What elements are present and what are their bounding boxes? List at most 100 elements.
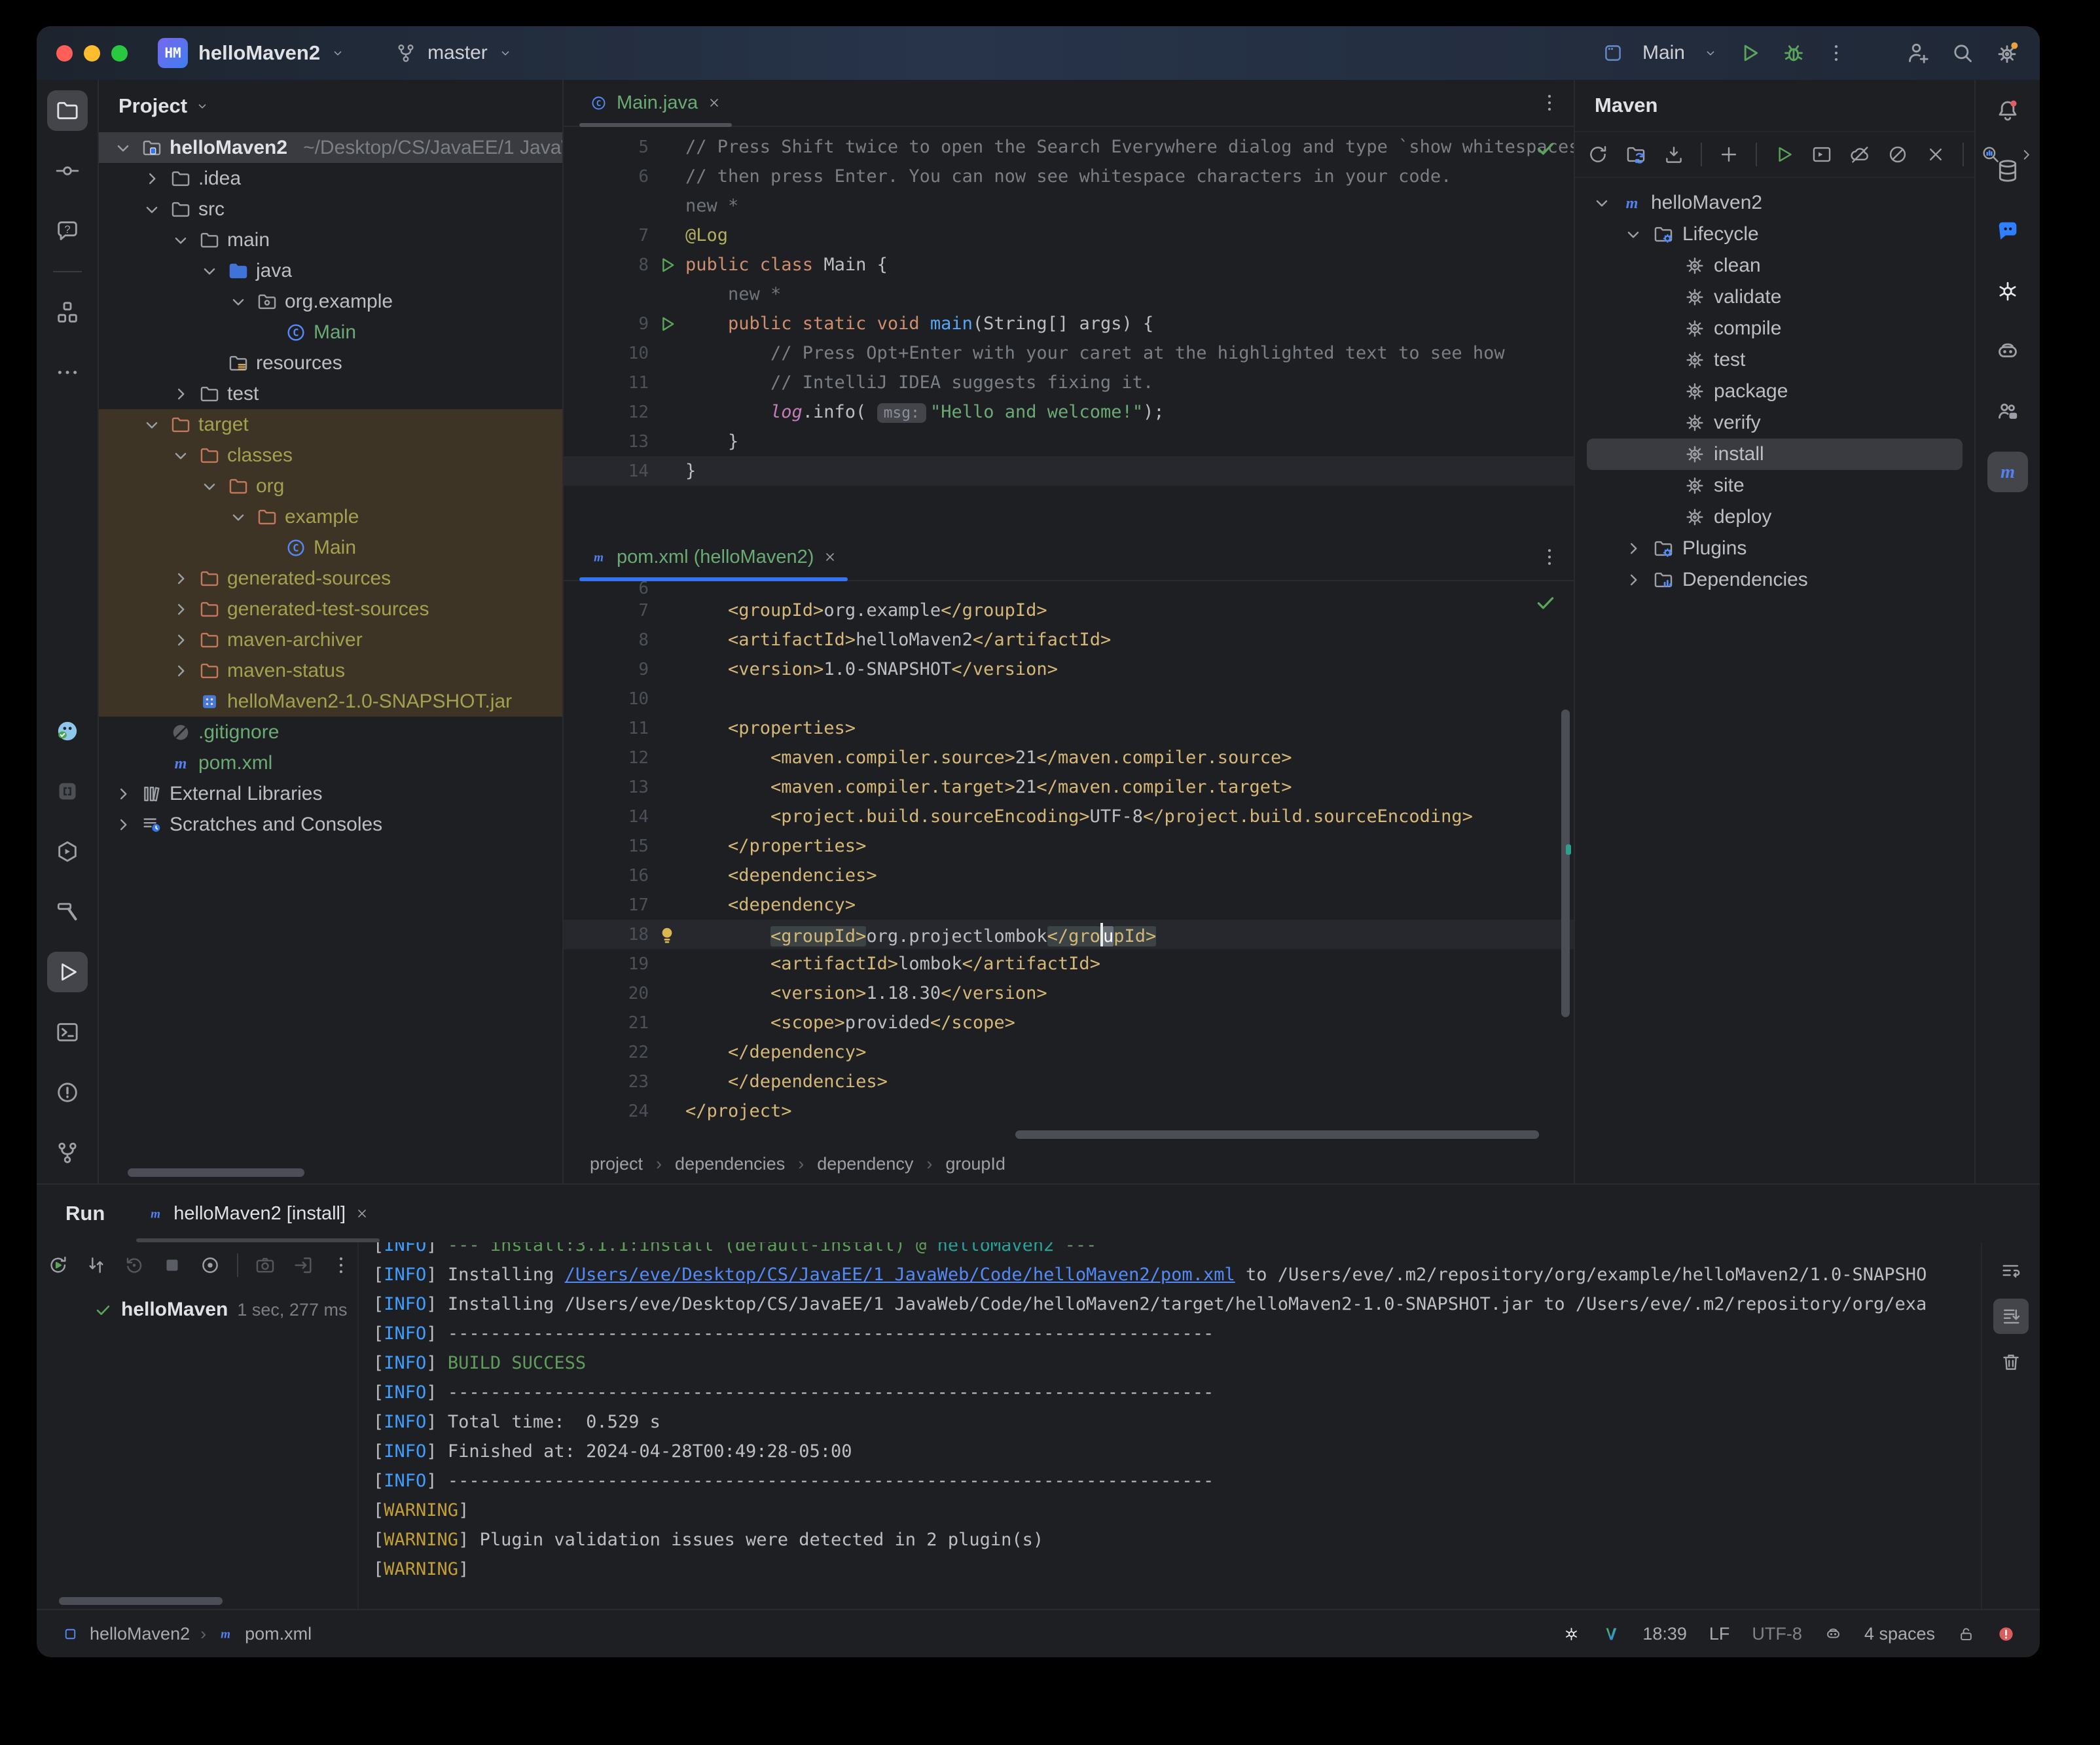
project-item-resources[interactable]: resources <box>99 348 562 378</box>
chevron-right-icon[interactable] <box>170 598 192 621</box>
code-line-13[interactable]: 13} <box>564 427 1574 456</box>
chevron-right-icon[interactable] <box>170 383 192 405</box>
code-line-inlay[interactable]: new * <box>564 279 1574 309</box>
inspections-ok-icon[interactable] <box>1534 592 1557 614</box>
maven-skip-tests-button[interactable] <box>1887 143 1909 166</box>
project-item-src[interactable]: src <box>99 194 562 225</box>
project-item-target[interactable]: target <box>99 409 562 440</box>
maven-item-hellomaven2[interactable]: m helloMaven2 <box>1587 187 1963 219</box>
chevron-right-icon[interactable] <box>170 660 192 682</box>
chevron-right-icon[interactable] <box>112 814 134 836</box>
maven-item-package[interactable]: package <box>1587 376 1963 407</box>
rerun-button[interactable] <box>47 1254 69 1276</box>
tab-pom-xml[interactable]: m pom.xml (helloMaven2) <box>577 534 850 581</box>
breadcrumb-dependency[interactable]: dependency <box>817 1154 913 1174</box>
chevron-right-icon[interactable] <box>170 567 192 590</box>
maven-download-sources-button[interactable] <box>1663 143 1685 166</box>
run-tab[interactable]: m helloMaven2 [install] <box>134 1185 382 1242</box>
services-toolwindow-button[interactable] <box>47 831 88 872</box>
project-item-main[interactable]: main <box>99 225 562 255</box>
chat-toolwindow-button[interactable] <box>1987 211 2028 251</box>
code-line-11[interactable]: 11// IntelliJ IDEA suggests fixing it. <box>564 368 1574 397</box>
maven-sync-project-button[interactable] <box>1625 143 1647 166</box>
rerun-failed-button[interactable] <box>85 1254 107 1276</box>
code-line-16[interactable]: 16 <dependencies> <box>564 861 1574 890</box>
filter-button[interactable] <box>199 1254 221 1276</box>
minimize-window-button[interactable] <box>84 45 100 62</box>
plugin-toolwindow-button[interactable] <box>47 711 88 751</box>
code-line-15[interactable]: 15 </properties> <box>564 831 1574 861</box>
code-with-me-button[interactable] <box>1905 40 1931 66</box>
code-line-19[interactable]: 19 <artifactId>lombok</artifactId> <box>564 949 1574 979</box>
maven-item-lifecycle[interactable]: Lifecycle <box>1587 219 1963 250</box>
more-options-button[interactable] <box>330 1254 352 1276</box>
project-item-generated-test-sources[interactable]: generated-test-sources <box>99 594 562 624</box>
project-item-main[interactable]: C Main <box>99 317 562 348</box>
copilot-status-icon[interactable] <box>1824 1625 1842 1643</box>
maven-item-deploy[interactable]: deploy <box>1587 501 1963 533</box>
code-line-17[interactable]: 17 <dependency> <box>564 890 1574 920</box>
code-line-10[interactable]: 10 <box>564 684 1574 713</box>
error-indicator-icon[interactable] <box>1997 1625 2015 1643</box>
status-module[interactable]: helloMaven2 <box>90 1624 190 1644</box>
pom-xml-editor[interactable]: 6 7 <groupId>org.example</groupId> 8 <artifa… <box>564 581 1574 1144</box>
code-line-10[interactable]: 10// Press Opt+Enter with your caret at … <box>564 338 1574 368</box>
project-item-pom-xml[interactable]: m pom.xml <box>99 747 562 778</box>
close-icon[interactable] <box>823 550 837 564</box>
project-item-example[interactable]: example <box>99 501 562 532</box>
chevron-down-icon[interactable] <box>141 198 163 221</box>
chevron-down-icon[interactable] <box>170 229 192 251</box>
code-line-13[interactable]: 13 <maven.compiler.target>21</maven.compi… <box>564 772 1574 802</box>
ai-assistant-button[interactable]: ? <box>47 211 88 251</box>
chevron-down-icon[interactable] <box>198 475 221 497</box>
chevron-down-icon[interactable] <box>170 444 192 467</box>
project-item-maven-status[interactable]: maven-status <box>99 655 562 686</box>
code-line-inlay[interactable]: new * <box>564 191 1574 221</box>
breadcrumb-groupid[interactable]: groupId <box>945 1154 1005 1174</box>
export-button[interactable] <box>292 1254 314 1276</box>
maven-item-validate[interactable]: validate <box>1587 281 1963 313</box>
bookmarks-toolwindow-button[interactable] <box>47 771 88 812</box>
code-line-11[interactable]: 11 <properties> <box>564 713 1574 743</box>
more-actions-button[interactable] <box>1825 42 1847 64</box>
terminal-toolwindow-button[interactable] <box>47 1012 88 1052</box>
code-line-5[interactable]: 5// Press Shift twice to open the Search… <box>564 132 1574 162</box>
breadcrumb-dependencies[interactable]: dependencies <box>675 1154 785 1174</box>
project-item--gitignore[interactable]: .gitignore <box>99 717 562 747</box>
project-item-java[interactable]: java <box>99 255 562 286</box>
run-tree-hscrollbar[interactable] <box>59 1597 223 1605</box>
project-item-org-example[interactable]: org.example <box>99 286 562 317</box>
maven-mute-button[interactable] <box>1925 143 1947 166</box>
tab-main-java[interactable]: C Main.java <box>577 80 734 127</box>
chevron-down-icon[interactable] <box>227 506 249 528</box>
project-hscrollbar[interactable] <box>128 1168 304 1177</box>
maven-offline-button[interactable] <box>1849 143 1871 166</box>
openai-status-icon[interactable] <box>1563 1625 1580 1643</box>
zoom-window-button[interactable] <box>111 45 128 62</box>
copilot-toolwindow-button[interactable] <box>1987 331 2028 372</box>
close-window-button[interactable] <box>56 45 73 62</box>
code-line-7[interactable]: 7 @Log <box>564 221 1574 250</box>
project-item-hellomaven2-1-0-snapshot-jar[interactable]: helloMaven2-1.0-SNAPSHOT.jar <box>99 686 562 717</box>
chevron-right-icon[interactable] <box>141 168 163 190</box>
indent-setting[interactable]: 4 spaces <box>1864 1624 1935 1644</box>
clear-console-button[interactable] <box>1993 1344 2029 1380</box>
project-item-test[interactable]: test <box>99 378 562 409</box>
chevron-down-icon[interactable] <box>112 137 134 159</box>
commit-toolwindow-button[interactable] <box>47 151 88 191</box>
code-line-8[interactable]: 8 public class Main { <box>564 250 1574 279</box>
maven-run-button[interactable] <box>1773 143 1795 166</box>
code-line-12[interactable]: 12 log.info( msg: "Hello and welcome!"); <box>564 397 1574 427</box>
project-widget[interactable]: helloMaven2 <box>198 41 320 65</box>
problems-toolwindow-button[interactable] <box>47 1072 88 1113</box>
lock-icon[interactable] <box>1957 1625 1975 1643</box>
code-line-6[interactable]: 6 <box>564 581 1574 596</box>
code-line-9[interactable]: 9 <version>1.0-SNAPSHOT</version> <box>564 655 1574 684</box>
maven-item-compile[interactable]: compile <box>1587 313 1963 344</box>
run-button[interactable] <box>1736 40 1762 66</box>
code-line-18[interactable]: 18 <groupId>org.projectlombok</gro upId> <box>564 920 1574 949</box>
v-plugin-icon[interactable] <box>1602 1625 1620 1643</box>
code-line-24[interactable]: 24 </project> <box>564 1096 1574 1126</box>
notifications-button[interactable] <box>1987 90 2028 131</box>
run-tree-node[interactable]: helloMaven 1 sec, 277 ms <box>94 1299 357 1321</box>
